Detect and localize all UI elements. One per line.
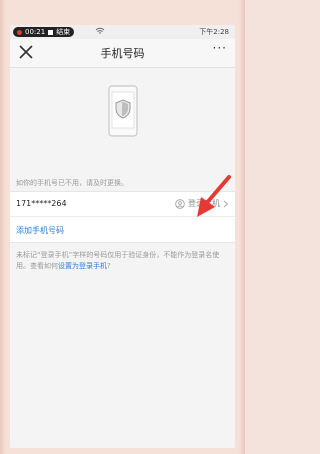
status-clock: 下午2:28 xyxy=(199,28,229,36)
hero-illustration xyxy=(10,68,235,168)
phone-number: 171*****264 xyxy=(16,199,67,208)
note-body: 未标记“登录手机”字样的号码仅用于验证身份，不能作为登录名使用。查看如何 xyxy=(16,251,220,270)
record-end-label: 结束 xyxy=(56,28,71,36)
hint-text: 如你的手机号已不用，请及时更换。 xyxy=(16,179,128,187)
record-dot-icon xyxy=(17,29,22,35)
stop-icon xyxy=(48,29,54,35)
note-text: 未标记“登录手机”字样的号码仅用于验证身份，不能作为登录名使用。查看如何设置为登… xyxy=(16,250,229,272)
wifi-icon xyxy=(95,27,105,37)
nav-bar: 手机号码 ··· xyxy=(10,39,235,68)
phone-shield-icon xyxy=(107,85,138,137)
page-title: 手机号码 xyxy=(100,47,145,60)
set-login-phone-link[interactable]: 设置为登录手机 xyxy=(58,262,107,270)
screen-record-pill[interactable]: 00:21 结束 xyxy=(13,27,75,37)
status-bar: 00:21 结束 下午2:28 xyxy=(10,25,235,39)
more-icon[interactable]: ··· xyxy=(213,41,227,55)
user-icon xyxy=(175,198,185,209)
annotation-arrow-icon xyxy=(197,175,231,217)
record-time: 00:21 xyxy=(25,28,46,36)
note-end: ? xyxy=(107,262,111,270)
screen: 手机号码 ··· 如你的手机号已不用，请及时更换。 171*****264 登录… xyxy=(10,25,235,448)
add-phone-link[interactable]: 添加手机号码 xyxy=(16,225,64,236)
